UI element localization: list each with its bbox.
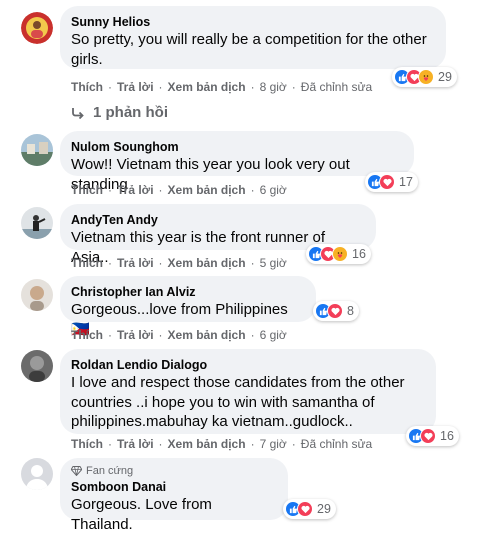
avatar[interactable] (21, 350, 53, 382)
timestamp[interactable]: 6 giờ (260, 183, 287, 197)
comment-text: Gorgeous. Love from Thailand. (71, 496, 212, 533)
comment-text: countries ..i hope you to win with saman… (71, 393, 375, 411)
love-icon (297, 501, 313, 517)
comment-actions: Thích · Trả lời · Xem bản dịch · 5 giờ (71, 256, 287, 270)
reaction-summary[interactable]: 29 (283, 499, 336, 519)
commenter-name[interactable]: Nulom Sounghom (71, 139, 402, 155)
reply-button[interactable]: Trả lời (117, 437, 154, 451)
avatar[interactable] (21, 12, 53, 44)
care-icon (332, 246, 348, 262)
reply-button[interactable]: Trả lời (117, 80, 154, 94)
diamond-icon (71, 466, 82, 476)
fan-badge: Fan cứng (71, 464, 276, 478)
reply-button[interactable]: Trả lời (117, 256, 154, 270)
comment-text: girls. (71, 50, 103, 68)
timestamp[interactable]: 8 giờ (260, 80, 287, 94)
reply-arrow-icon (72, 107, 84, 119)
reaction-summary[interactable]: 16 (406, 426, 459, 446)
edited-label: Đã chỉnh sửa (300, 80, 373, 94)
timestamp[interactable]: 5 giờ (260, 256, 287, 270)
comment-actions: Thích · Trả lời · Xem bản dịch · 6 giờ (71, 328, 287, 342)
reaction-count: 16 (352, 247, 366, 261)
commenter-name[interactable]: Somboon Danai (71, 479, 276, 495)
reaction-count: 17 (399, 175, 413, 189)
translate-button[interactable]: Xem bản dịch (168, 437, 246, 451)
translate-button[interactable]: Xem bản dịch (168, 328, 246, 342)
reaction-summary[interactable]: 29 (392, 67, 457, 87)
love-icon (379, 174, 395, 190)
reaction-count: 29 (438, 70, 452, 84)
comment-bubble: Sunny Helios So pretty, you will really … (60, 6, 446, 69)
comment-text: So pretty, you will really be a competit… (71, 31, 427, 48)
commenter-name[interactable]: Roldan Lendio Dialogo (71, 357, 424, 373)
reaction-count: 29 (317, 502, 331, 516)
translate-button[interactable]: Xem bản dịch (168, 183, 246, 197)
comment-actions: Thích · Trả lời · Xem bản dịch · 8 giờ · Đã chỉn… (71, 80, 373, 94)
like-button[interactable]: Thích (71, 437, 103, 451)
reply-button[interactable]: Trả lời (117, 328, 154, 342)
love-icon (420, 428, 436, 444)
comment-bubble: Fan cứng Somboon Danai Gorgeous. Love fr… (60, 458, 288, 533)
reaction-summary[interactable]: 8 (313, 301, 359, 321)
avatar[interactable] (21, 279, 53, 311)
comment-actions: Thích · Trả lời · Xem bản dịch · 7 giờ · Đã chỉn… (71, 437, 373, 451)
reaction-count: 8 (347, 304, 354, 318)
commenter-name[interactable]: AndyTen Andy (71, 212, 364, 228)
translate-button[interactable]: Xem bản dịch (168, 256, 246, 270)
reply-button[interactable]: Trả lời (117, 183, 154, 197)
view-replies-link[interactable]: 1 phản hồi (71, 104, 168, 121)
care-icon (418, 69, 434, 85)
like-button[interactable]: Thích (71, 183, 103, 197)
comment-bubble: Christopher Ian Alviz Gorgeous...love fr… (60, 276, 316, 338)
reaction-summary[interactable]: 17 (365, 172, 418, 192)
timestamp[interactable]: 7 giờ (260, 437, 287, 451)
like-button[interactable]: Thích (71, 328, 103, 342)
reaction-summary[interactable]: 16 (306, 244, 371, 264)
timestamp[interactable]: 6 giờ (260, 328, 287, 342)
edited-label: Đã chỉnh sửa (300, 437, 373, 451)
fan-badge-label: Fan cứng (86, 465, 134, 477)
avatar[interactable] (21, 207, 53, 239)
comment-actions: Thích · Trả lời · Xem bản dịch · 6 giờ (71, 183, 287, 197)
comment-text: I love and respect those candidates from… (71, 374, 405, 391)
comment-bubble: Roldan Lendio Dialogo I love and respect… (60, 349, 436, 434)
reaction-count: 16 (440, 429, 454, 443)
love-icon (327, 303, 343, 319)
comment-text: philippines.mabuhay ka vietnam..gudlock.… (71, 413, 353, 430)
commenter-name[interactable]: Sunny Helios (71, 14, 434, 30)
comment-bubble: Nulom Sounghom Wow!! Vietnam this year y… (60, 131, 414, 193)
avatar[interactable] (21, 458, 53, 490)
like-button[interactable]: Thích (71, 256, 103, 270)
like-button[interactable]: Thích (71, 80, 103, 94)
avatar[interactable] (21, 134, 53, 166)
commenter-name[interactable]: Christopher Ian Alviz (71, 284, 304, 300)
translate-button[interactable]: Xem bản dịch (168, 80, 246, 94)
replies-count-label: 1 phản hồi (93, 104, 168, 121)
